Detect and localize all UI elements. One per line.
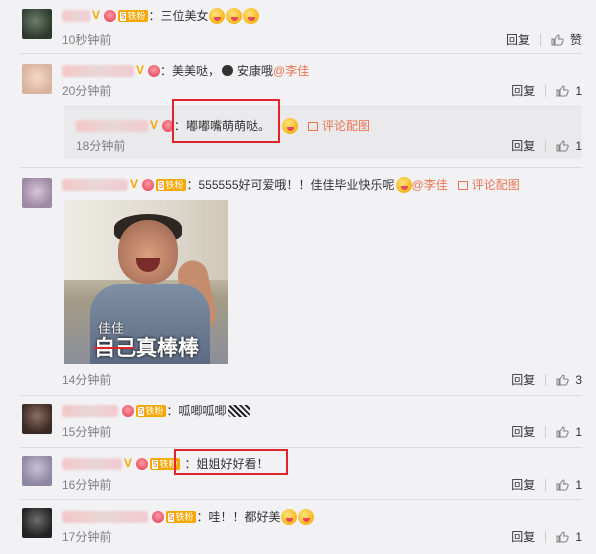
comment-actions: 回复 1 — [511, 530, 582, 544]
username[interactable] — [62, 9, 90, 22]
like-button[interactable]: 赞 — [551, 33, 582, 47]
like-button[interactable]: 3 — [556, 373, 582, 387]
comment-line: V 5 铁粉 ：555555好可爱哦！！佳佳毕业快乐呢 @李佳 评论配图 — [62, 176, 520, 193]
comment-item: 5 铁粉 ：哇！！都好美 17分钟前 回复 1 — [0, 500, 596, 554]
username[interactable] — [62, 404, 118, 417]
mention-link[interactable]: @李佳 — [412, 178, 448, 192]
highlight-box — [174, 449, 288, 475]
image-icon — [457, 180, 468, 190]
comment-text: ：哇！！都好美 — [196, 509, 281, 524]
verified-icon: V — [130, 177, 139, 192]
verified-icon: V — [136, 63, 145, 78]
thumbs-up-icon — [556, 374, 570, 386]
username[interactable] — [62, 64, 134, 77]
avatar[interactable] — [22, 178, 52, 208]
comment-actions: 回复 3 — [511, 373, 582, 387]
thumbs-up-icon — [556, 531, 570, 543]
username[interactable] — [76, 119, 148, 132]
username[interactable] — [62, 510, 148, 523]
emoji-icon — [209, 7, 226, 24]
avatar[interactable] — [22, 9, 52, 39]
comment-item: V 5 铁粉 ：三位美女 10秒钟前 回复 赞 — [0, 0, 596, 52]
comment-line: V ：美美哒， 安康哦@李佳 — [62, 62, 309, 79]
emoji-icon — [281, 508, 298, 525]
emoji-icon — [226, 7, 243, 24]
comment-time: 17分钟前 — [62, 530, 112, 544]
comment-actions: 回复 1 — [511, 139, 582, 153]
comment-item: V 5 铁粉 ：555555好可爱哦！！佳佳毕业快乐呢 @李佳 评论配图 佳佳 自己真棒棒… — [0, 168, 596, 394]
avatar[interactable] — [22, 404, 52, 434]
comment-actions: 回复 1 — [511, 478, 582, 492]
comment-actions: 回复 赞 — [506, 33, 582, 47]
vip-crown-icon — [104, 9, 116, 22]
emoji-icon — [395, 176, 412, 193]
like-button[interactable]: 1 — [556, 139, 582, 153]
fan-badge-icon: 5 铁粉 — [166, 510, 197, 523]
reply-button[interactable]: 回复 — [511, 425, 535, 439]
thumbs-up-icon — [556, 479, 570, 491]
like-button[interactable]: 1 — [556, 84, 582, 98]
vip-crown-icon — [142, 178, 154, 191]
comment-image-link[interactable]: 评论配图 — [308, 119, 370, 133]
reply-button[interactable]: 回复 — [511, 139, 535, 153]
verified-icon: V — [150, 118, 159, 133]
comment-image[interactable]: 佳佳 自己真棒棒 — [64, 200, 228, 364]
comment-text: ：美美哒， — [160, 63, 221, 78]
sub-reply: V ：嘟嘟嘴萌萌哒。 评论配图 18分钟前 回复 1 — [64, 106, 582, 159]
clapping-emoji-icon — [228, 404, 251, 417]
comment-time: 15分钟前 — [62, 425, 112, 439]
comment-item: V ：美美哒， 安康哦@李佳 20分钟前 回复 1 V ：嘟嘟嘴萌萌哒。 评论配图 18分… — [0, 54, 596, 164]
emoji-icon — [282, 117, 299, 134]
comment-text: ：三位美女 — [148, 8, 209, 23]
avatar[interactable] — [22, 508, 52, 538]
comment-line: 5 铁粉 ：哇！！都好美 — [62, 508, 315, 525]
vip-crown-icon — [148, 64, 160, 77]
reply-button[interactable]: 回复 — [511, 530, 535, 544]
reply-button[interactable]: 回复 — [511, 84, 535, 98]
verified-icon: V — [92, 8, 101, 23]
reply-button[interactable]: 回复 — [506, 33, 530, 47]
emoji-icon — [222, 65, 234, 77]
username[interactable] — [62, 178, 128, 191]
highlight-box — [172, 99, 280, 143]
comment-line: 5 铁粉 ：呱唧呱唧 — [62, 402, 251, 419]
fan-badge-icon: 5 铁粉 — [136, 404, 167, 417]
comment-image-link[interactable]: 评论配图 — [457, 178, 520, 192]
emoji-icon — [243, 7, 260, 24]
comment-item: V 5 铁粉 ：姐姐好好看！ 16分钟前 回复 1 — [0, 448, 596, 498]
username[interactable] — [62, 457, 122, 470]
comment-line: V 5 铁粉 ：三位美女 — [62, 7, 260, 24]
mention-link[interactable]: @李佳 — [273, 64, 309, 78]
thumbs-up-icon — [551, 34, 564, 46]
comment-time: 14分钟前 — [62, 373, 112, 387]
comment-time: 20分钟前 — [62, 84, 112, 98]
fan-badge-icon: 5 铁粉 — [156, 178, 187, 191]
vip-crown-icon — [122, 404, 134, 417]
thumbs-up-icon — [556, 140, 570, 152]
comment-time: 16分钟前 — [62, 478, 112, 492]
emoji-icon — [298, 508, 315, 525]
reply-button[interactable]: 回复 — [511, 478, 535, 492]
like-button[interactable]: 1 — [556, 530, 582, 544]
vip-crown-icon — [152, 510, 164, 523]
thumbs-up-icon — [556, 426, 570, 438]
like-button[interactable]: 1 — [556, 425, 582, 439]
like-button[interactable]: 1 — [556, 478, 582, 492]
comment-time: 18分钟前 — [76, 139, 126, 153]
reply-button[interactable]: 回复 — [511, 373, 535, 387]
comment-item: 5 铁粉 ：呱唧呱唧 15分钟前 回复 1 — [0, 396, 596, 446]
thumbs-up-icon — [556, 85, 570, 97]
comment-text: ：555555好可爱哦！！佳佳毕业快乐呢 — [186, 177, 395, 192]
verified-icon: V — [124, 456, 133, 471]
fan-badge-icon: 5 铁粉 — [118, 9, 149, 22]
comment-time: 10秒钟前 — [62, 33, 112, 47]
comment-actions: 回复 1 — [511, 84, 582, 98]
avatar[interactable] — [22, 64, 52, 94]
comment-actions: 回复 1 — [511, 425, 582, 439]
comment-list: V 5 铁粉 ：三位美女 10秒钟前 回复赞 V ：美美哒， 安康哦@李佳 20分钟前 回… — [0, 0, 596, 554]
vip-crown-icon — [136, 457, 148, 470]
image-icon — [308, 121, 319, 131]
avatar[interactable] — [22, 456, 52, 486]
comment-text: ：呱唧呱唧 — [166, 403, 227, 418]
